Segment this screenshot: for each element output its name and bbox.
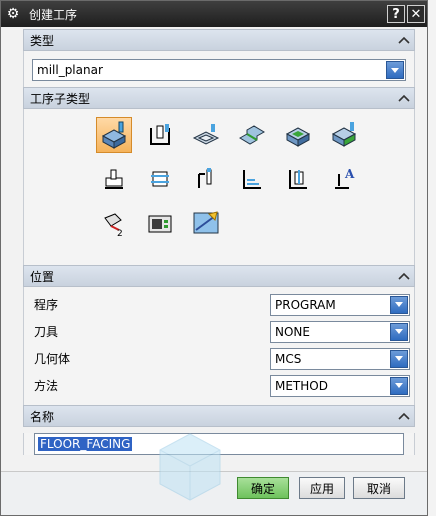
finish-floor-icon[interactable]	[234, 161, 270, 197]
tool-value: NONE	[275, 324, 310, 339]
subtype-icon-grid: A 2	[23, 109, 415, 265]
type-section-title: 类型	[30, 33, 55, 48]
method-label: 方法	[34, 379, 59, 393]
tool-select[interactable]: NONE	[270, 320, 410, 343]
operation-name-field[interactable]: FLOOR_FACING	[34, 433, 404, 455]
geometry-select[interactable]: MCS	[270, 347, 410, 370]
chevron-up-icon[interactable]	[394, 88, 414, 108]
floor-wall-ipw-icon[interactable]	[142, 117, 178, 153]
chevron-down-icon[interactable]	[386, 61, 404, 79]
subtype-row	[96, 117, 414, 161]
tool-row: 刀具 NONE	[24, 318, 414, 345]
type-section-header[interactable]: 类型	[23, 29, 415, 51]
subtype-row: 2	[96, 205, 414, 249]
subtype-section-header[interactable]: 工序子类型	[23, 87, 415, 109]
position-section-title: 位置	[30, 269, 55, 284]
dialog-content: 类型 mill_planar 工序子类型 A 2 位置 程序 PROGRAM 刀…	[23, 29, 415, 461]
planar-mill-icon[interactable]	[326, 117, 362, 153]
chevron-down-icon[interactable]	[390, 322, 408, 341]
type-select[interactable]: mill_planar	[32, 59, 406, 81]
help-button[interactable]: ?	[387, 5, 405, 23]
clean-up-corners-icon[interactable]	[142, 161, 178, 197]
subtype-row: A	[96, 161, 414, 205]
hole-milling-icon[interactable]	[280, 161, 316, 197]
planar-text-icon[interactable]: A	[326, 161, 362, 197]
chevron-down-icon[interactable]	[390, 295, 408, 314]
create-operation-dialog: ⚙ 创建工序 ? ✕ 类型 mill_planar 工序子类型 A 2 位置 程…	[0, 0, 428, 516]
chevron-up-icon[interactable]	[394, 266, 414, 286]
name-section-header[interactable]: 名称	[23, 405, 415, 427]
chevron-down-icon[interactable]	[390, 376, 408, 395]
face-milling-manual-icon[interactable]	[280, 117, 316, 153]
chevron-down-icon[interactable]	[390, 349, 408, 368]
operation-name-value: FLOOR_FACING	[38, 437, 133, 451]
finish-walls-icon[interactable]	[188, 161, 224, 197]
type-select-value: mill_planar	[37, 63, 103, 77]
titlebar: ⚙ 创建工序 ? ✕	[1, 1, 427, 27]
chevron-up-icon[interactable]	[394, 406, 414, 426]
cancel-button[interactable]: 取消	[353, 477, 405, 499]
program-row: 程序 PROGRAM	[24, 291, 414, 318]
method-value: METHOD	[275, 378, 328, 393]
geometry-value: MCS	[275, 351, 302, 366]
mill-control-icon[interactable]: 2	[96, 205, 132, 241]
position-section-header[interactable]: 位置	[23, 265, 415, 287]
svg-text:A: A	[344, 167, 355, 181]
type-section-body: mill_planar	[23, 51, 415, 87]
face-milling-icon[interactable]	[188, 117, 224, 153]
name-section-title: 名称	[30, 409, 55, 424]
tool-label: 刀具	[34, 325, 59, 339]
apply-button[interactable]: 应用	[299, 477, 345, 499]
dialog-title: 创建工序	[29, 7, 78, 22]
chevron-up-icon[interactable]	[394, 30, 414, 50]
close-button[interactable]: ✕	[407, 5, 425, 23]
program-label: 程序	[34, 298, 59, 312]
planar-profile-icon[interactable]	[96, 161, 132, 197]
method-row: 方法 METHOD	[24, 372, 414, 399]
mill-user-icon[interactable]	[142, 205, 178, 241]
name-section-body: FLOOR_FACING	[23, 433, 415, 455]
face-milling-area-icon[interactable]	[234, 117, 270, 153]
geometry-label: 几何体	[34, 352, 71, 366]
subtype-section-title: 工序子类型	[30, 91, 91, 106]
svg-text:2: 2	[117, 229, 123, 238]
gear-icon: ⚙	[6, 6, 20, 22]
program-select[interactable]: PROGRAM	[270, 293, 410, 316]
geometry-row: 几何体 MCS	[24, 345, 414, 372]
titlebar-buttons: ? ✕	[387, 5, 425, 23]
manual-path-icon[interactable]	[188, 205, 224, 241]
ok-button[interactable]: 确定	[237, 477, 289, 499]
method-select[interactable]: METHOD	[270, 374, 410, 397]
program-value: PROGRAM	[275, 297, 336, 312]
floor-wall-icon[interactable]	[96, 117, 132, 153]
dialog-footer: 确定 应用 取消	[1, 471, 427, 515]
position-section-body: 程序 PROGRAM 刀具 NONE 几何体 MCS 方法 METHOD	[23, 287, 415, 405]
